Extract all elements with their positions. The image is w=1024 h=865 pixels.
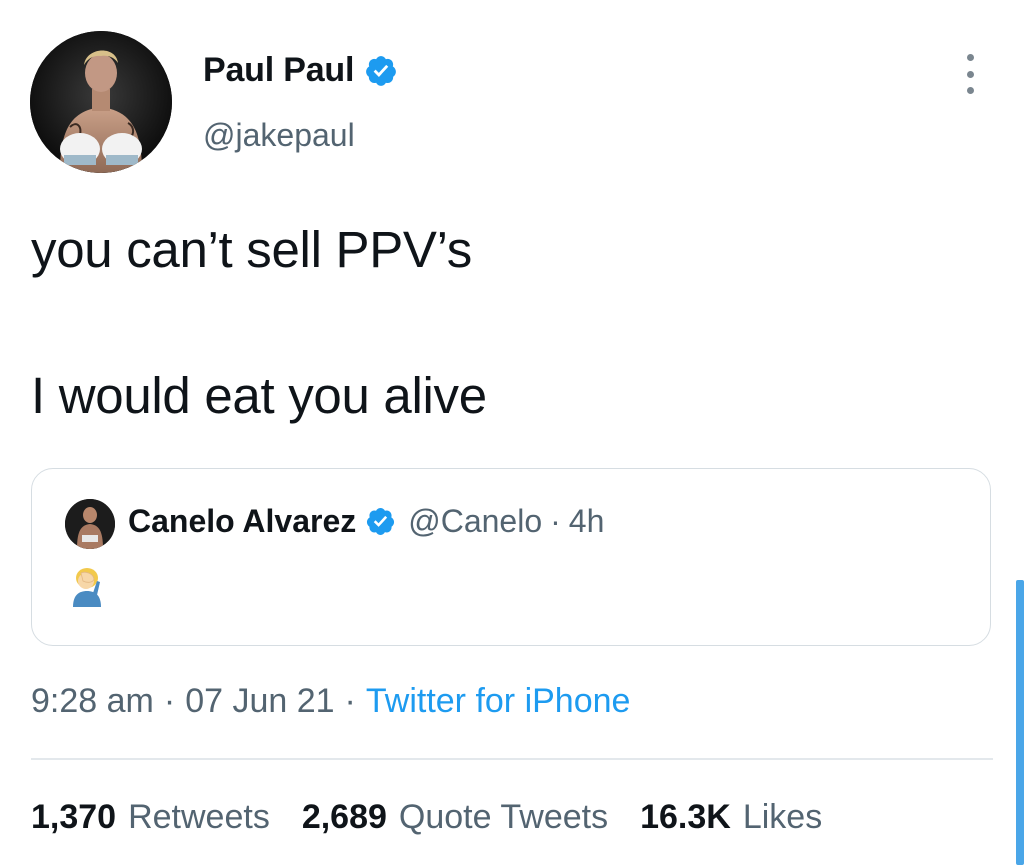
dot [966, 70, 974, 78]
quote-tweets-count: 2,689 [301, 798, 387, 836]
tweet-source-link[interactable]: Twitter for iPhone [366, 682, 631, 721]
tweet-time[interactable]: 9:28 am [31, 682, 154, 721]
quoted-separator: · [550, 503, 561, 539]
verified-badge-icon [366, 55, 397, 86]
quoted-tweet-card[interactable]: Canelo Alvarez @Canelo · 4h [31, 468, 991, 646]
face-palm-emoji-icon [73, 568, 101, 607]
meta-separator: · [344, 682, 356, 720]
tweet-text-line-2: I would eat you alive [31, 367, 487, 424]
quoted-display-name[interactable]: Canelo Alvarez [128, 503, 356, 540]
tweet-meta: 9:28 am · 07 Jun 21 · Twitter for iPhone [31, 682, 630, 721]
divider [31, 758, 993, 760]
tweet-stats: 1,370 Retweets 2,689 Quote Tweets 16.3K Lik… [31, 798, 854, 837]
dot [966, 87, 974, 94]
boxer-avatar-icon [30, 31, 172, 173]
boxer-avatar-icon [65, 499, 115, 549]
tweet-text-line-1: you can’t sell PPV’s [31, 221, 472, 278]
verified-badge-icon [367, 507, 395, 536]
author-handle[interactable]: @jakepaul [203, 117, 355, 154]
retweets-count: 1,370 [31, 798, 117, 836]
tweet-page: Paul Paul @jakepaul you can’t sell PPV’s… [0, 0, 1024, 865]
quote-tweets-stat[interactable]: 2,689 Quote Tweets [302, 798, 608, 837]
quoted-handle[interactable]: @Canelo [408, 503, 542, 540]
author-display-name[interactable]: Paul Paul [203, 51, 354, 90]
quote-tweets-label: Quote Tweets [398, 798, 609, 836]
scrollbar[interactable] [1016, 580, 1024, 865]
likes-label: Likes [742, 798, 823, 836]
retweets-stat[interactable]: 1,370 Retweets [31, 798, 270, 837]
dot [966, 54, 974, 61]
tweet-date[interactable]: 07 Jun 21 [185, 682, 334, 721]
author-avatar[interactable] [30, 31, 172, 173]
quoted-timestamp[interactable]: 4h [569, 503, 605, 540]
author-name-row[interactable]: Paul Paul [203, 51, 398, 90]
quoted-header: Canelo Alvarez @Canelo · 4h [128, 503, 604, 540]
likes-count: 16.3K [640, 798, 731, 836]
more-options-icon[interactable] [958, 54, 982, 94]
likes-stat[interactable]: 16.3K Likes [640, 798, 822, 837]
retweets-label: Retweets [128, 798, 270, 836]
quoted-author-avatar[interactable] [65, 499, 115, 549]
meta-separator: · [163, 682, 176, 720]
